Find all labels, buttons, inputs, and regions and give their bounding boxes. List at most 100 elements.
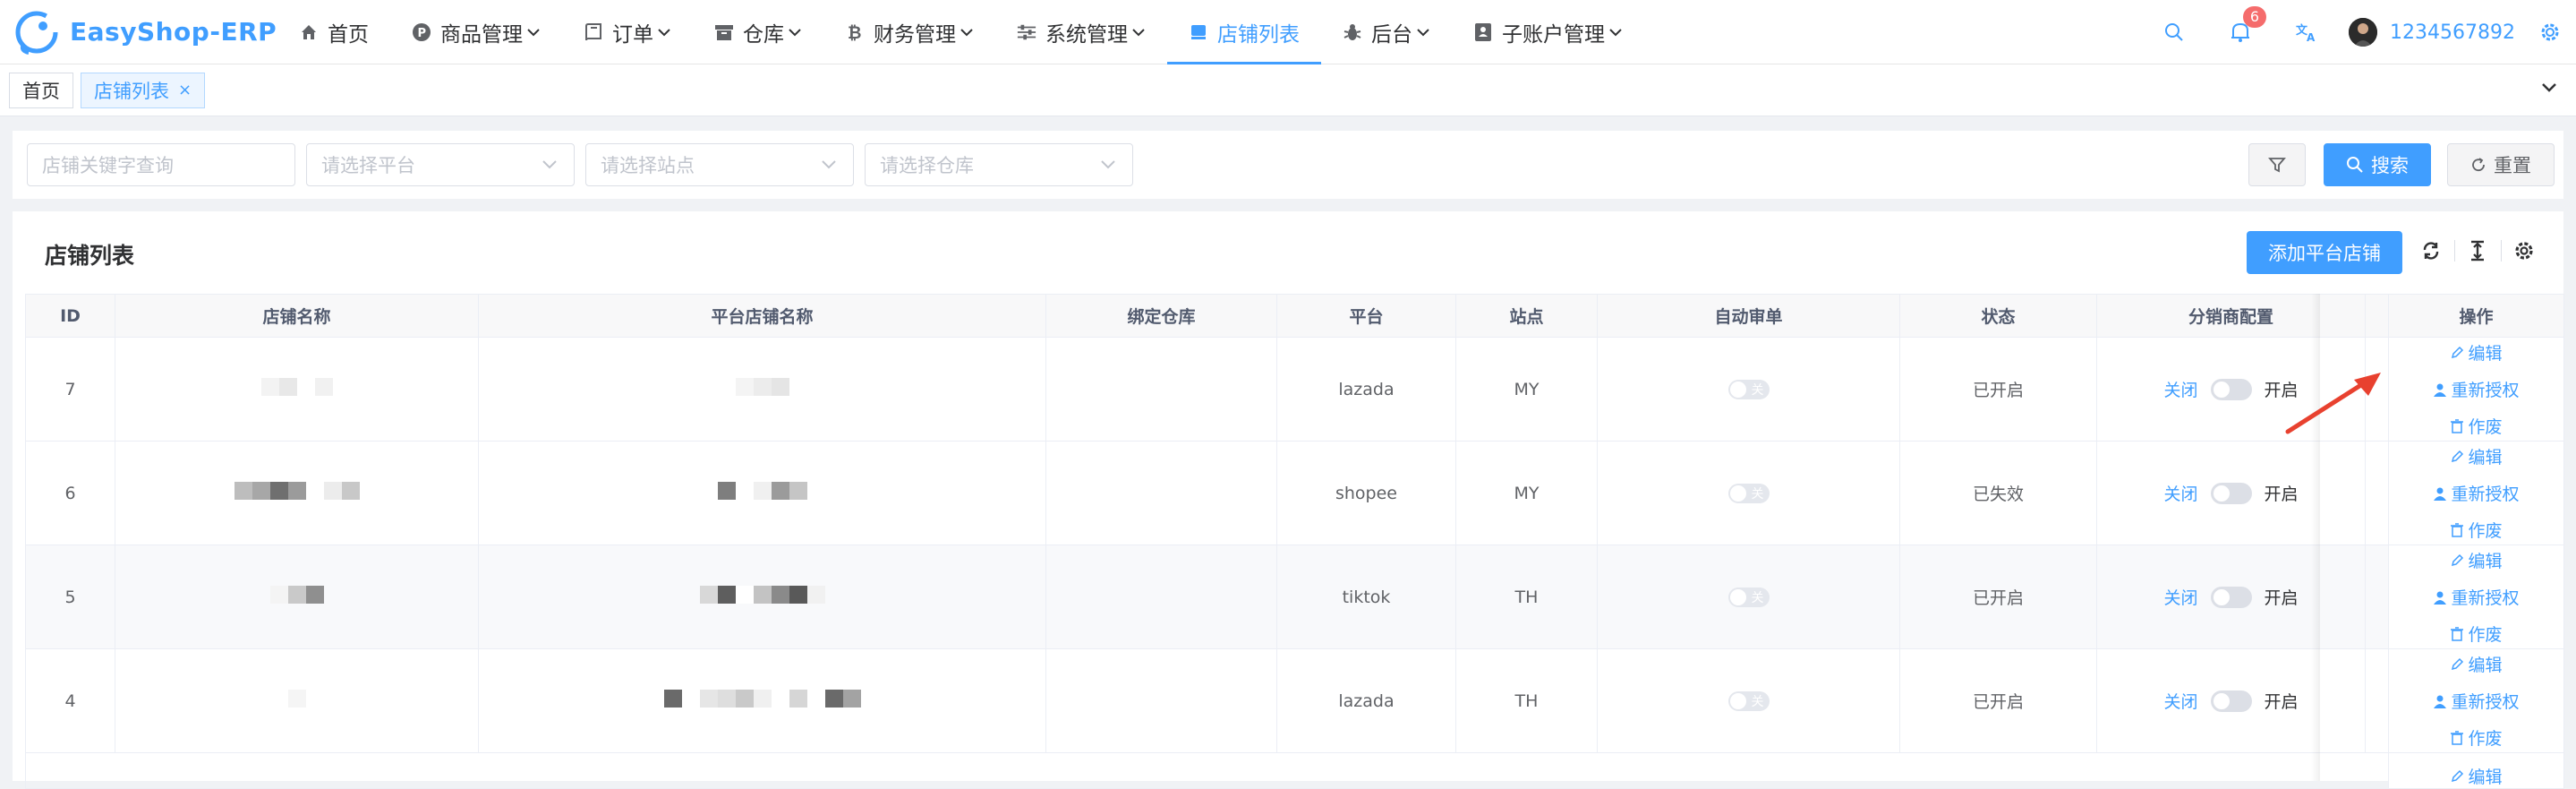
cell-site: TH: [1455, 648, 1598, 753]
menu-item-3[interactable]: 仓库: [693, 0, 823, 64]
menu-item-4[interactable]: ₿ 财务管理: [823, 0, 995, 64]
reauthorize-button[interactable]: 重新授权: [2433, 481, 2520, 505]
chevron-down-icon: [527, 28, 540, 36]
home-icon: [299, 22, 319, 42]
header-right: 6 文A 1234567892: [2141, 0, 2576, 64]
avatar[interactable]: [2349, 18, 2378, 47]
cell-warehouse: [1045, 648, 1277, 753]
bell-icon[interactable]: 6: [2227, 6, 2267, 46]
annotation-arrow-icon: [2285, 373, 2381, 434]
distributor-off-label: 关闭: [2163, 381, 2198, 400]
archive-icon: [714, 22, 734, 42]
cell-actions: 编辑重新授权作废: [2388, 441, 2564, 545]
column-header: ID: [25, 294, 115, 338]
search-icon[interactable]: [2161, 19, 2188, 46]
void-button[interactable]: 作废: [2450, 414, 2503, 438]
table-row: 5 tiktok TH 关 已开启 关闭 开启 编辑 重新授权 作废: [25, 545, 2564, 649]
edit-button[interactable]: 编辑: [2450, 444, 2503, 468]
column-height-icon[interactable]: [2465, 238, 2490, 263]
auto-review-switch[interactable]: 关: [1727, 379, 1770, 399]
reauthorize-button[interactable]: 重新授权: [2433, 689, 2520, 713]
site-select[interactable]: 请选择站点: [585, 143, 854, 186]
edit-button[interactable]: 编辑: [2450, 548, 2503, 572]
user-icon: [2434, 591, 2447, 605]
menu-item-0[interactable]: 首页: [277, 0, 390, 64]
menu-item-7[interactable]: 后台: [1321, 0, 1452, 64]
menu-item-label: 财务管理: [874, 22, 956, 47]
menu-item-5[interactable]: 系统管理: [995, 0, 1167, 64]
cell-platform: lazada: [1276, 337, 1456, 442]
cell-id: 5: [25, 545, 115, 649]
edit-icon: [2452, 657, 2464, 670]
void-button[interactable]: 作废: [2450, 725, 2503, 750]
auto-review-switch[interactable]: 关: [1727, 483, 1770, 503]
settings-icon[interactable]: [2512, 238, 2537, 263]
edit-button[interactable]: 编辑: [2450, 340, 2503, 364]
menu-item-1[interactable]: P 商品管理: [390, 0, 562, 64]
edit-label: 编辑: [2468, 448, 2503, 467]
add-platform-shop-button[interactable]: 添加平台店铺: [2247, 231, 2402, 274]
reauthorize-button[interactable]: 重新授权: [2433, 377, 2520, 401]
chevron-down-icon: [1132, 28, 1145, 36]
menu-item-6[interactable]: 店铺列表: [1167, 0, 1321, 64]
void-button[interactable]: 作废: [2450, 518, 2503, 542]
username[interactable]: 1234567892: [2390, 21, 2515, 44]
redacted-text: [663, 690, 861, 708]
trash-icon: [2451, 522, 2464, 537]
gear-icon[interactable]: [2537, 19, 2563, 46]
auto-review-switch[interactable]: 关: [1727, 690, 1770, 711]
redacted-text: [269, 586, 324, 604]
filter-panel: 店铺关键字查询 请选择平台 请选择站点 请选择仓库 搜索 重置: [13, 131, 2563, 199]
cell-spacer: [2365, 545, 2389, 649]
cell-platform: lazada: [1276, 648, 1456, 753]
void-button[interactable]: 作废: [2450, 622, 2503, 646]
menu-item-8[interactable]: 子账户管理: [1452, 0, 1644, 64]
auto-review-switch[interactable]: 关: [1727, 587, 1770, 607]
edit-icon: [2452, 346, 2464, 358]
cell-shop-name: [115, 337, 479, 442]
user-card-icon: [1473, 22, 1493, 42]
product-p-icon: P: [412, 22, 431, 42]
edit-button[interactable]: 编辑: [2450, 652, 2503, 676]
menu-item-2[interactable]: 订单: [562, 0, 693, 64]
logo-icon: [15, 11, 58, 55]
keyword-input[interactable]: 店铺关键字查询: [27, 143, 295, 186]
redacted-text: [717, 482, 807, 500]
app-logo[interactable]: EasyShop-ERP: [0, 8, 277, 56]
cell-id: 4: [25, 648, 115, 753]
close-icon[interactable]: ×: [178, 81, 192, 99]
filter-icon: [2268, 158, 2286, 173]
search-button[interactable]: 搜索: [2324, 143, 2431, 186]
filter-toggle-button[interactable]: [2248, 143, 2306, 186]
cell-platform-shop-name: [478, 648, 1046, 753]
tag-home[interactable]: 首页: [9, 72, 73, 108]
warehouse-select[interactable]: 请选择仓库: [865, 143, 1133, 186]
distributor-switch[interactable]: [2210, 586, 2252, 608]
cell-status: 已开启: [1899, 545, 2097, 649]
translate-icon[interactable]: 文A: [2293, 19, 2320, 46]
distributor-switch[interactable]: [2210, 378, 2252, 400]
switch-text: 关: [1751, 486, 1764, 502]
menu-item-label: 店铺列表: [1217, 22, 1300, 47]
cell-actions: 编辑 重新授权 作废: [2388, 648, 2564, 753]
reauthorize-button[interactable]: 重新授权: [2433, 585, 2520, 609]
chevron-down-icon: [960, 28, 973, 36]
table-row: 4 lazada TH 关 已开启 关闭 开启 编辑 重新授权 作废: [25, 648, 2564, 753]
tag-shop-list[interactable]: 店铺列表 ×: [81, 72, 206, 108]
cell-spacer: [2365, 648, 2389, 753]
platform-select[interactable]: 请选择平台: [306, 143, 575, 186]
cell-warehouse: [1045, 545, 1277, 649]
column-header: 平台: [1276, 294, 1456, 338]
distributor-switch[interactable]: [2210, 482, 2252, 504]
cell-shop-name: [115, 441, 479, 545]
tag-label: 店铺列表: [94, 80, 169, 102]
refresh-icon[interactable]: [2418, 238, 2444, 263]
cell-warehouse: [1045, 441, 1277, 545]
edit-button[interactable]: 编辑: [2450, 764, 2503, 788]
reauthorize-label: 重新授权: [2451, 692, 2520, 712]
notification-badge: 6: [2243, 6, 2267, 28]
chevron-down-icon[interactable]: [2540, 81, 2558, 98]
reset-button[interactable]: 重置: [2447, 143, 2555, 186]
void-label: 作废: [2468, 521, 2503, 541]
distributor-switch[interactable]: [2210, 690, 2252, 712]
